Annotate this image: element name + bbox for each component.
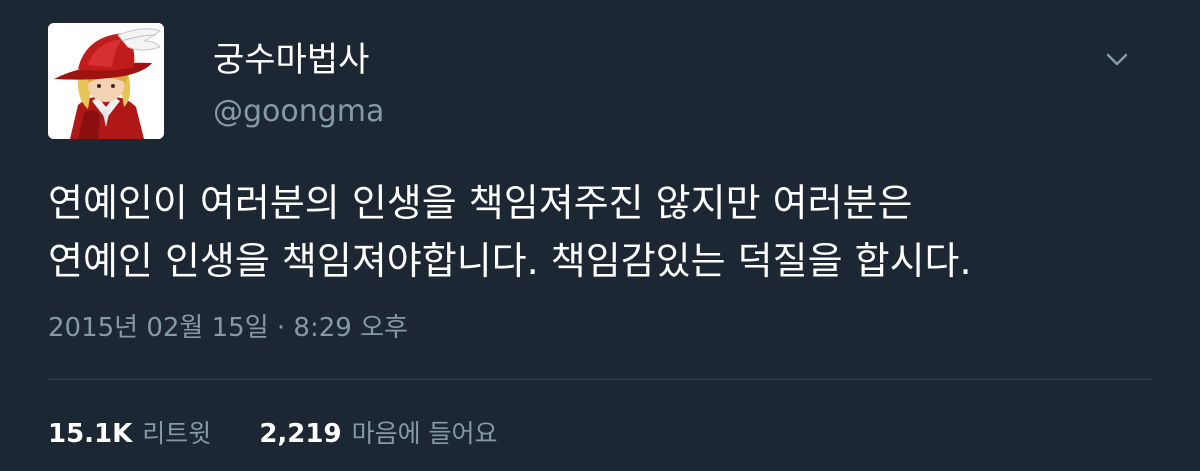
red-mage-avatar-icon (48, 23, 164, 139)
tweet-card: 궁수마법사 @goongma 연예인이 여러분의 인생을 책임져주진 않지만 여… (0, 0, 1200, 471)
divider (48, 379, 1152, 380)
likes-stat[interactable]: 2,219 마음에 들어요 (259, 414, 497, 450)
retweets-count: 15.1K (48, 419, 133, 449)
tweet-menu-button[interactable] (1100, 45, 1134, 75)
tweet-stats: 15.1K 리트윗 2,219 마음에 들어요 (48, 412, 546, 452)
tweet-text-line: 연예인이 여러분의 인생을 책임져주진 않지만 여러분은 (48, 181, 913, 225)
tweet-timestamp[interactable]: 2015년 02월 15일 · 8:29 오후 (48, 308, 408, 348)
user-handle[interactable]: @goongma (213, 92, 384, 132)
retweets-stat[interactable]: 15.1K 리트윗 (48, 414, 211, 450)
retweets-label: 리트윗 (142, 419, 212, 448)
tweet-text-line: 연예인 인생을 책임져야합니다. 책임감있는 덕질을 합시다. (48, 239, 972, 283)
tweet-text: 연예인이 여러분의 인생을 책임져주진 않지만 여러분은 연예인 인생을 책임져… (48, 174, 1158, 290)
likes-label: 마음에 들어요 (351, 419, 498, 448)
avatar[interactable] (48, 23, 164, 139)
likes-count: 2,219 (259, 419, 342, 449)
chevron-down-icon (1106, 53, 1128, 66)
display-name[interactable]: 궁수마법사 (213, 38, 369, 82)
